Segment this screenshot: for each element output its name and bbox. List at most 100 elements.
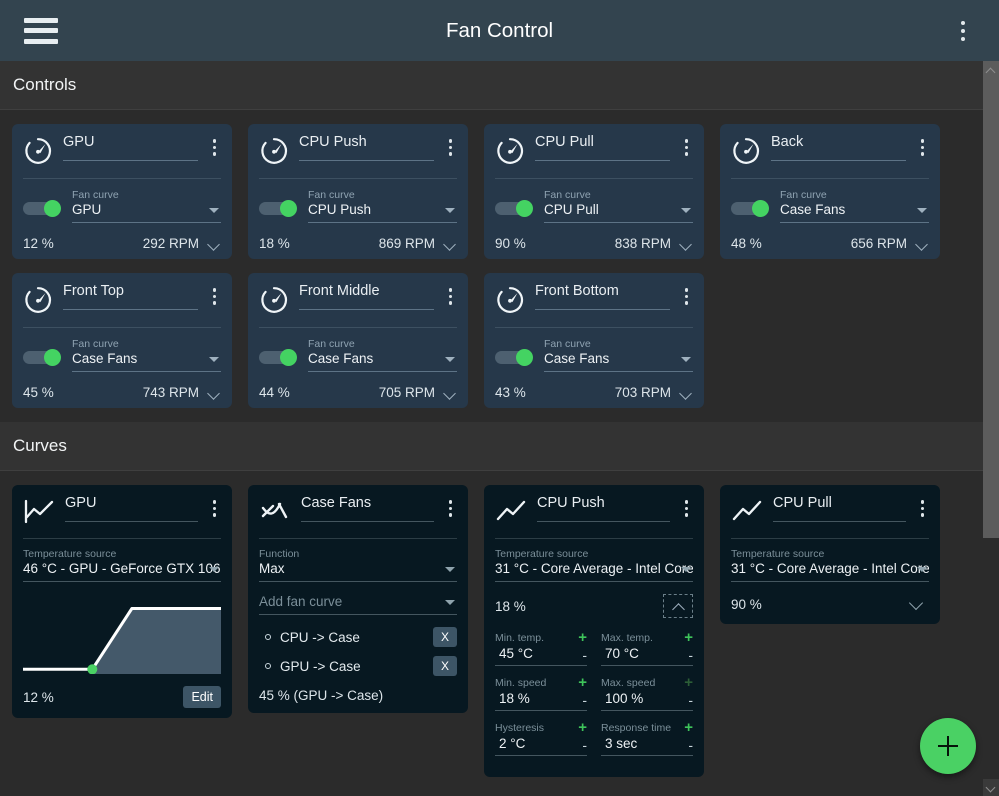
control-menu-button[interactable]: [916, 135, 930, 160]
chevron-down-icon: [681, 567, 691, 572]
expand-control-button[interactable]: [208, 386, 221, 399]
control-card[interactable]: CPU Pull Fan curve CPU Pull 90 % 838 RPM: [484, 124, 704, 259]
fan-curve-select[interactable]: Fan curve CPU Pull: [544, 189, 693, 223]
fan-curve-select[interactable]: Fan curve Case Fans: [780, 189, 929, 223]
curve-menu-cpu-push[interactable]: [680, 496, 694, 521]
param-value[interactable]: 2 °C: [495, 734, 525, 755]
param-increment-button[interactable]: +: [578, 633, 587, 643]
control-card[interactable]: GPU Fan curve GPU 12 % 292 RPM: [12, 124, 232, 259]
control-enable-toggle[interactable]: [495, 349, 533, 366]
scrollbar-thumb[interactable]: [983, 78, 999, 538]
param-decrement-button[interactable]: -: [582, 738, 587, 755]
remove-source-button[interactable]: X: [433, 627, 457, 647]
collapse-curve-button[interactable]: [663, 594, 693, 618]
param-value[interactable]: 70 °C: [601, 644, 639, 665]
expand-control-button[interactable]: [444, 237, 457, 250]
curve-menu-case-fans[interactable]: [444, 496, 458, 521]
expand-control-button[interactable]: [680, 386, 693, 399]
scroll-up-button[interactable]: [983, 61, 999, 78]
fan-curve-select[interactable]: Fan curve Case Fans: [72, 338, 221, 372]
control-enable-toggle[interactable]: [23, 349, 61, 366]
curve-param: Min. temp. + 45 °C -: [495, 632, 587, 666]
param-value[interactable]: 18 %: [495, 689, 530, 710]
control-menu-button[interactable]: [444, 135, 458, 160]
param-decrement-button[interactable]: -: [688, 693, 693, 710]
param-decrement-button[interactable]: -: [688, 738, 693, 755]
fan-curve-select[interactable]: Fan curve GPU: [72, 189, 221, 223]
control-enable-toggle[interactable]: [23, 200, 61, 217]
control-menu-button[interactable]: [680, 284, 694, 309]
add-button[interactable]: [920, 718, 976, 774]
expand-control-button[interactable]: [916, 237, 929, 250]
control-card[interactable]: Back Fan curve Case Fans 48 % 656 RPM: [720, 124, 940, 259]
control-menu-button[interactable]: [680, 135, 694, 160]
app-bar: Fan Control: [0, 0, 999, 61]
curve-card-case-fans[interactable]: Case Fans Function Max Add fan curve CPU…: [248, 485, 468, 713]
expand-control-button[interactable]: [680, 237, 693, 250]
expand-control-button[interactable]: [208, 237, 221, 250]
param-increment-button[interactable]: +: [578, 723, 587, 733]
more-vertical-icon[interactable]: [953, 15, 973, 47]
case-fans-source-list: CPU -> Case X GPU -> Case X: [259, 627, 457, 676]
control-name: Front Top: [63, 283, 198, 310]
curve-menu-gpu[interactable]: [208, 496, 222, 521]
control-enable-toggle[interactable]: [731, 200, 769, 217]
curve-chart-gpu[interactable]: [23, 596, 221, 674]
param-decrement-button[interactable]: -: [582, 693, 587, 710]
section-header-curves: Curves: [0, 422, 983, 471]
fan-curve-value: CPU Pull: [544, 202, 693, 223]
param-value[interactable]: 100 %: [601, 689, 643, 710]
control-enable-toggle[interactable]: [495, 200, 533, 217]
function-label: Function: [259, 548, 457, 560]
param-value[interactable]: 3 sec: [601, 734, 637, 755]
param-label: Min. speed: [495, 677, 546, 689]
gauge-icon: [23, 136, 53, 166]
line-chart-icon: [495, 498, 527, 526]
fan-curve-select[interactable]: Fan curve CPU Push: [308, 189, 457, 223]
line-chart-icon: [731, 498, 763, 526]
curve-card-cpu-push[interactable]: CPU Push Temperature source 31 °C - Core…: [484, 485, 704, 777]
param-increment-button[interactable]: +: [684, 633, 693, 643]
edit-curve-button[interactable]: Edit: [183, 686, 221, 708]
param-increment-button[interactable]: +: [578, 678, 587, 688]
control-rpm: 838 RPM: [615, 236, 671, 251]
chevron-down-icon: [209, 357, 219, 362]
temperature-source-select-cpu-push[interactable]: Temperature source 31 °C - Core Average …: [495, 548, 693, 582]
param-increment-button[interactable]: +: [684, 723, 693, 733]
hamburger-icon[interactable]: [24, 18, 58, 44]
vertical-scrollbar[interactable]: [983, 61, 999, 796]
control-enable-toggle[interactable]: [259, 349, 297, 366]
add-fan-curve-placeholder: Add fan curve: [259, 594, 457, 615]
control-menu-button[interactable]: [444, 284, 458, 309]
expand-curve-button[interactable]: [903, 594, 929, 614]
fan-curve-label: Fan curve: [72, 338, 221, 350]
curve-card-cpu-pull[interactable]: CPU Pull Temperature source 31 °C - Core…: [720, 485, 940, 624]
temperature-source-select-gpu[interactable]: Temperature source 46 °C - GPU - GeForce…: [23, 548, 221, 582]
control-card[interactable]: Front Top Fan curve Case Fans 45 % 743 R…: [12, 273, 232, 408]
param-decrement-button[interactable]: -: [688, 648, 693, 665]
expand-control-button[interactable]: [444, 386, 457, 399]
control-menu-button[interactable]: [208, 284, 222, 309]
param-decrement-button[interactable]: -: [582, 648, 587, 665]
chevron-down-icon: [917, 208, 927, 213]
control-card[interactable]: Front Middle Fan curve Case Fans 44 % 70…: [248, 273, 468, 408]
function-select[interactable]: Function Max: [259, 548, 457, 582]
temperature-source-select-cpu-pull[interactable]: Temperature source 31 °C - Core Average …: [731, 548, 929, 582]
control-card[interactable]: Front Bottom Fan curve Case Fans 43 % 70…: [484, 273, 704, 408]
control-enable-toggle[interactable]: [259, 200, 297, 217]
param-label: Min. temp.: [495, 632, 544, 644]
add-fan-curve-select[interactable]: Add fan curve: [259, 594, 457, 615]
curve-menu-cpu-pull[interactable]: [916, 496, 930, 521]
remove-source-button[interactable]: X: [433, 656, 457, 676]
control-rpm: 703 RPM: [615, 385, 671, 400]
fan-curve-select[interactable]: Fan curve Case Fans: [544, 338, 693, 372]
param-label: Response time: [601, 722, 671, 734]
control-card[interactable]: CPU Push Fan curve CPU Push 18 % 869 RPM: [248, 124, 468, 259]
param-increment-button[interactable]: +: [684, 678, 693, 688]
fan-curve-select[interactable]: Fan curve Case Fans: [308, 338, 457, 372]
param-value[interactable]: 45 °C: [495, 644, 533, 665]
curve-card-gpu[interactable]: GPU Temperature source 46 °C - GPU - GeF…: [12, 485, 232, 718]
scroll-down-button[interactable]: [983, 779, 999, 796]
control-menu-button[interactable]: [208, 135, 222, 160]
control-percent: 45 %: [23, 385, 54, 400]
